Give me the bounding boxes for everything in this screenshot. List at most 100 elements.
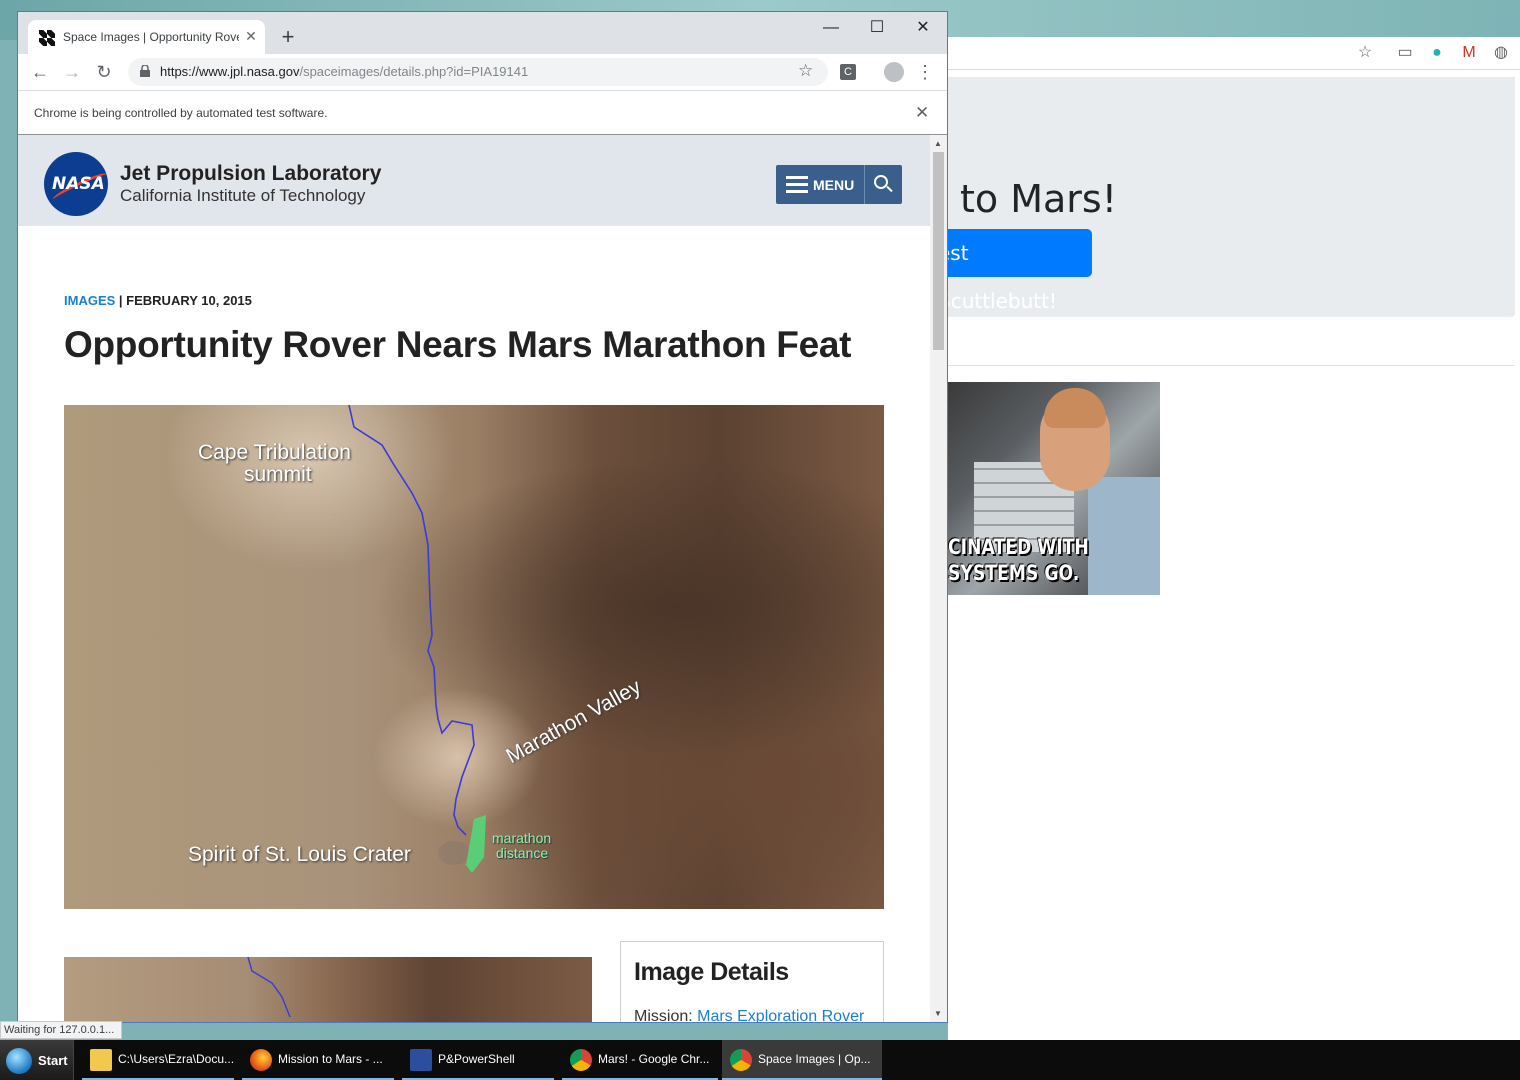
gif-caption-line-1: CINATED WITH xyxy=(948,535,1089,559)
mission-label: Mission: xyxy=(634,1008,698,1022)
close-window-button[interactable]: ✕ xyxy=(900,16,946,40)
rover-traverse-map xyxy=(348,405,486,873)
taskbar-item-label: P&PowerShell xyxy=(438,1052,515,1066)
profile-avatar[interactable] xyxy=(884,62,904,82)
menu-separator xyxy=(864,165,865,204)
mars-image[interactable]: Cape Tribulation summit Marathon Valley … xyxy=(64,405,884,909)
mars-image-thumbnail[interactable] xyxy=(64,957,592,1022)
page-scrollbar[interactable]: ▲ ▼ xyxy=(930,135,947,1022)
nasa-logo-text: NASA xyxy=(52,174,105,194)
forward-button[interactable]: → xyxy=(60,60,84,84)
browser-toolbar: ← → ↻ https://www.jpl.nasa.gov/spaceimag… xyxy=(18,54,947,90)
maximize-button[interactable]: ☐ xyxy=(854,16,900,40)
menu-label: MENU xyxy=(813,177,855,193)
mission-link[interactable]: Mars Exploration Rover xyxy=(697,1008,864,1022)
minimize-button[interactable]: — xyxy=(808,16,854,40)
scrollbar-thumb[interactable] xyxy=(933,152,944,350)
gif-caption-line-2: SYSTEMS GO. xyxy=(948,561,1080,585)
kebab-menu-icon[interactable]: ⋮ xyxy=(916,60,934,84)
nasa-logo[interactable]: NASA xyxy=(44,152,108,216)
thumbnail-rover-path xyxy=(247,957,291,1018)
new-tab-button[interactable]: + xyxy=(276,26,300,50)
gif-person-hair xyxy=(1044,388,1106,428)
divider xyxy=(948,365,1515,366)
scrape-button-label: est Scuttlebutt! xyxy=(938,241,1057,313)
gif-person-suit xyxy=(1088,477,1160,595)
taskbar-item-label: C:\Users\Ezra\Docu... xyxy=(118,1052,235,1066)
thumbnail-traverse xyxy=(247,957,291,1018)
image-details-panel: Image Details Mission: Mars Exploration … xyxy=(620,941,884,1022)
label-summit: summit xyxy=(244,463,312,486)
hamburger-icon xyxy=(786,176,808,193)
powershell-icon xyxy=(410,1049,432,1071)
extension-gear-icon[interactable]: ◍ xyxy=(1491,43,1511,63)
page-viewport[interactable]: NASA Jet Propulsion Laboratory Californi… xyxy=(18,135,930,1022)
chrome-icon xyxy=(570,1049,592,1071)
reload-button[interactable]: ↻ xyxy=(92,60,116,84)
background-browser-window[interactable]: ☆ ▭ ● M ◍ to Mars! est Scuttlebutt! CINA… xyxy=(938,37,1520,1040)
crater xyxy=(438,841,470,865)
bookmark-star-icon[interactable]: ☆ xyxy=(798,61,813,81)
scrape-button[interactable]: est Scuttlebutt! xyxy=(938,229,1092,313)
taskbar-item-chrome-mars[interactable]: Mars! - Google Chr... xyxy=(562,1040,718,1080)
url-path: /spaceimages/details.php?id=PIA19141 xyxy=(299,64,529,79)
taskbar-item-chrome-space-images[interactable]: Space Images | Op... xyxy=(722,1040,882,1080)
article-meta: IMAGES | FEBRUARY 10, 2015 xyxy=(64,293,252,308)
marathon-marker xyxy=(466,815,486,873)
label-cape-tribulation: Cape Tribulation xyxy=(198,441,351,464)
back-button[interactable]: ← xyxy=(28,60,52,84)
lock-icon xyxy=(140,65,150,77)
meta-separator: | xyxy=(115,293,127,308)
taskbar-item-powershell[interactable]: P&PowerShell xyxy=(402,1040,554,1080)
firefox-icon xyxy=(250,1049,272,1071)
folder-icon xyxy=(90,1049,112,1071)
infobar-close-icon[interactable]: ✕ xyxy=(915,103,929,123)
url-host: https://www.jpl.nasa.gov xyxy=(160,64,300,79)
extension-m-icon[interactable]: ● xyxy=(1427,43,1447,63)
image-details-title: Image Details xyxy=(634,958,789,986)
jumbotron: to Mars! est Scuttlebutt! xyxy=(938,77,1515,317)
background-toolbar: ☆ ▭ ● M ◍ xyxy=(948,37,1520,70)
tab-strip: Space Images | Opportunity Rove ✕ + — ☐ … xyxy=(18,12,947,54)
tab-close-icon[interactable]: ✕ xyxy=(242,27,260,45)
gmail-icon[interactable]: M xyxy=(1459,43,1479,63)
taskbar-item-explorer[interactable]: C:\Users\Ezra\Docu... xyxy=(82,1040,234,1080)
taskbar-item-firefox[interactable]: Mission to Mars - ... xyxy=(242,1040,394,1080)
mission-row: Mission: Mars Exploration Rover xyxy=(634,1008,864,1022)
address-url: https://www.jpl.nasa.gov/spaceimages/det… xyxy=(160,64,528,79)
chrome-window[interactable]: Space Images | Opportunity Rove ✕ + — ☐ … xyxy=(17,11,948,1023)
menu-button[interactable]: MENU xyxy=(776,165,902,204)
taskbar-item-label: Space Images | Op... xyxy=(758,1052,871,1066)
jpl-header: NASA Jet Propulsion Laboratory Californi… xyxy=(18,135,930,226)
extension-c-icon[interactable]: C xyxy=(840,64,856,80)
start-label: Start xyxy=(38,1053,68,1068)
address-bar[interactable]: https://www.jpl.nasa.gov/spaceimages/det… xyxy=(128,58,828,86)
taskbar-item-label: Mission to Mars - ... xyxy=(278,1052,383,1066)
label-marathon: marathon xyxy=(492,830,552,846)
article-date: FEBRUARY 10, 2015 xyxy=(126,293,252,308)
status-bubble: Waiting for 127.0.0.1... xyxy=(0,1021,122,1039)
start-button[interactable]: Start xyxy=(0,1040,74,1080)
label-spirit-crater: Spirit of St. Louis Crater xyxy=(188,843,411,866)
chrome-icon xyxy=(730,1049,752,1071)
jumbotron-heading: to Mars! xyxy=(960,177,1117,221)
bookmark-star-icon[interactable]: ☆ xyxy=(1355,43,1375,63)
taskbar-item-label: Mars! - Google Chr... xyxy=(598,1052,710,1066)
start-orb-icon xyxy=(6,1048,32,1074)
category-link[interactable]: IMAGES xyxy=(64,293,115,308)
institute-name[interactable]: California Institute of Technology xyxy=(120,186,365,206)
gif-caption: CINATED WITH SYSTEMS GO. xyxy=(948,534,1089,586)
infobar-message: Chrome is being controlled by automated … xyxy=(34,106,328,120)
search-icon[interactable] xyxy=(874,175,888,189)
tab-title: Space Images | Opportunity Rove xyxy=(63,30,239,44)
scroll-down-arrow-icon[interactable]: ▼ xyxy=(934,1009,942,1018)
jpl-favicon-icon xyxy=(39,30,55,46)
extension-icon[interactable]: ▭ xyxy=(1395,43,1415,63)
taskbar: Start C:\Users\Ezra\Docu... Mission to M… xyxy=(0,1040,1520,1080)
rover-path xyxy=(348,405,475,836)
lab-name[interactable]: Jet Propulsion Laboratory xyxy=(120,162,381,186)
animated-gif-image: CINATED WITH SYSTEMS GO. xyxy=(948,382,1160,595)
scroll-up-arrow-icon[interactable]: ▲ xyxy=(934,139,942,148)
article-title: Opportunity Rover Nears Mars Marathon Fe… xyxy=(64,324,852,365)
tab-space-images[interactable]: Space Images | Opportunity Rove ✕ xyxy=(28,20,265,54)
